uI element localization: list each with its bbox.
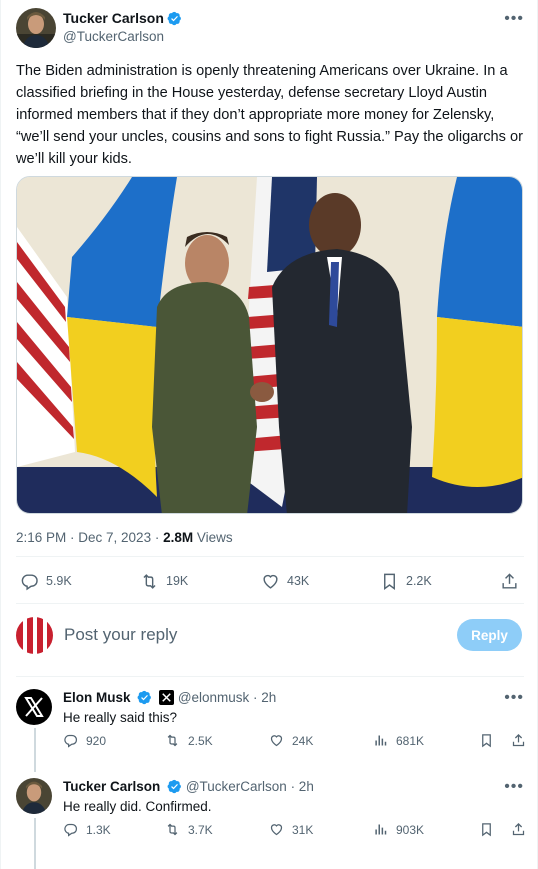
author-avatar[interactable] [16, 8, 56, 48]
thread-line [34, 818, 36, 869]
repost-action[interactable]: 2.5K [165, 733, 213, 748]
thread-line [34, 728, 36, 772]
like-action[interactable]: 24K [269, 733, 313, 748]
author-handle[interactable]: @TuckerCarlson [63, 29, 164, 44]
avatar-image [16, 617, 53, 654]
reply-header: Tucker Carlson @TuckerCarlson · 2h [63, 778, 314, 796]
bookmark-icon [482, 823, 491, 837]
views-count: 2.8M [163, 530, 194, 545]
more-options-icon[interactable]: ••• [504, 690, 524, 706]
x-logo-avatar [16, 689, 52, 725]
reply-actions: 1.3K 3.7K 31K 903K [63, 822, 526, 842]
verified-badge-icon [167, 11, 181, 26]
reply-item[interactable]: Tucker Carlson @TuckerCarlson · 2h ••• H… [16, 778, 526, 850]
heart-icon [263, 574, 278, 589]
reply-action[interactable]: 1.3K [63, 822, 111, 837]
reply-author-name[interactable]: Elon Musk [63, 690, 131, 705]
views-label: Views [193, 530, 233, 545]
reply-avatar[interactable] [16, 778, 52, 814]
reply-text: He really said this? [63, 710, 178, 725]
repost-action[interactable]: 3.7K [165, 822, 213, 837]
verified-badge-icon [167, 779, 181, 794]
reply-text: He really did. Confirmed. [63, 799, 212, 814]
divider [16, 676, 524, 677]
reply-icon [64, 823, 78, 837]
reply-avatar[interactable] [16, 689, 52, 725]
bookmark-action[interactable]: 2.2K [380, 563, 432, 599]
tweet-text: The Biden administration is openly threa… [16, 63, 523, 167]
avatar-image [16, 778, 52, 814]
more-options-icon[interactable]: ••• [504, 11, 524, 27]
views-action[interactable]: 903K [373, 822, 424, 837]
verified-badge-icon [137, 690, 152, 705]
analytics-icon [375, 735, 387, 746]
repost-icon [167, 734, 178, 747]
views-action[interactable]: 681K [373, 733, 424, 748]
user-avatar [16, 617, 53, 654]
repost-icon [167, 823, 178, 836]
tweet-actions: 5.9K 19K 43K 2.2K [16, 563, 526, 599]
reply-action[interactable]: 5.9K [20, 563, 72, 599]
reply-author-handle[interactable]: @TuckerCarlson [186, 779, 287, 794]
bookmark-action[interactable] [479, 822, 502, 837]
share-action[interactable] [511, 822, 534, 837]
post-header: Tucker Carlson @TuckerCarlson ••• [16, 8, 526, 48]
reply-action[interactable]: 920 [63, 733, 106, 748]
heart-icon [270, 735, 283, 747]
reply-author-name[interactable]: Tucker Carlson [63, 779, 160, 794]
divider [16, 556, 524, 557]
reply-item[interactable]: Elon Musk @elonmusk · 2h ••• He really s… [16, 689, 526, 761]
reply-icon [64, 734, 78, 748]
repost-action[interactable]: 19K [140, 563, 188, 599]
bookmark-icon [384, 573, 395, 590]
bookmark-action[interactable] [479, 733, 502, 748]
author-name[interactable]: Tucker Carlson [63, 10, 182, 27]
tweet-meta: 2:16 PM · Dec 7, 2023 · 2.8M Views [16, 530, 233, 545]
heart-icon [270, 824, 283, 836]
more-options-icon[interactable]: ••• [504, 779, 524, 795]
like-action[interactable]: 31K [269, 822, 313, 837]
photo-image [17, 177, 522, 513]
avatar-image [16, 8, 56, 48]
reply-author-handle[interactable]: @elonmusk [178, 690, 249, 705]
reply-composer: Post your reply Reply [16, 614, 526, 660]
like-action[interactable]: 43K [261, 563, 309, 599]
share-action[interactable] [500, 563, 526, 599]
bookmark-icon [482, 734, 491, 748]
share-icon [512, 822, 525, 836]
timestamp[interactable]: 2:16 PM · Dec 7, 2023 · [16, 530, 163, 545]
share-icon [512, 733, 525, 747]
reply-time[interactable]: · 2h [249, 690, 276, 705]
reply-header: Elon Musk @elonmusk · 2h [63, 689, 276, 707]
reply-actions: 920 2.5K 24K 681K [63, 733, 526, 753]
reply-input[interactable]: Post your reply [64, 625, 177, 645]
reply-time[interactable]: · 2h [287, 779, 314, 794]
share-action[interactable] [511, 733, 534, 748]
tweet-detail-page: Tucker Carlson @TuckerCarlson ••• The Bi… [0, 0, 538, 869]
reply-button[interactable]: Reply [457, 619, 522, 651]
repost-icon [143, 573, 156, 589]
x-affiliation-icon [159, 690, 175, 705]
share-icon [502, 572, 517, 589]
analytics-icon [375, 824, 387, 835]
divider [16, 603, 524, 604]
reply-icon [21, 573, 38, 590]
tweet-photo[interactable] [16, 176, 523, 514]
